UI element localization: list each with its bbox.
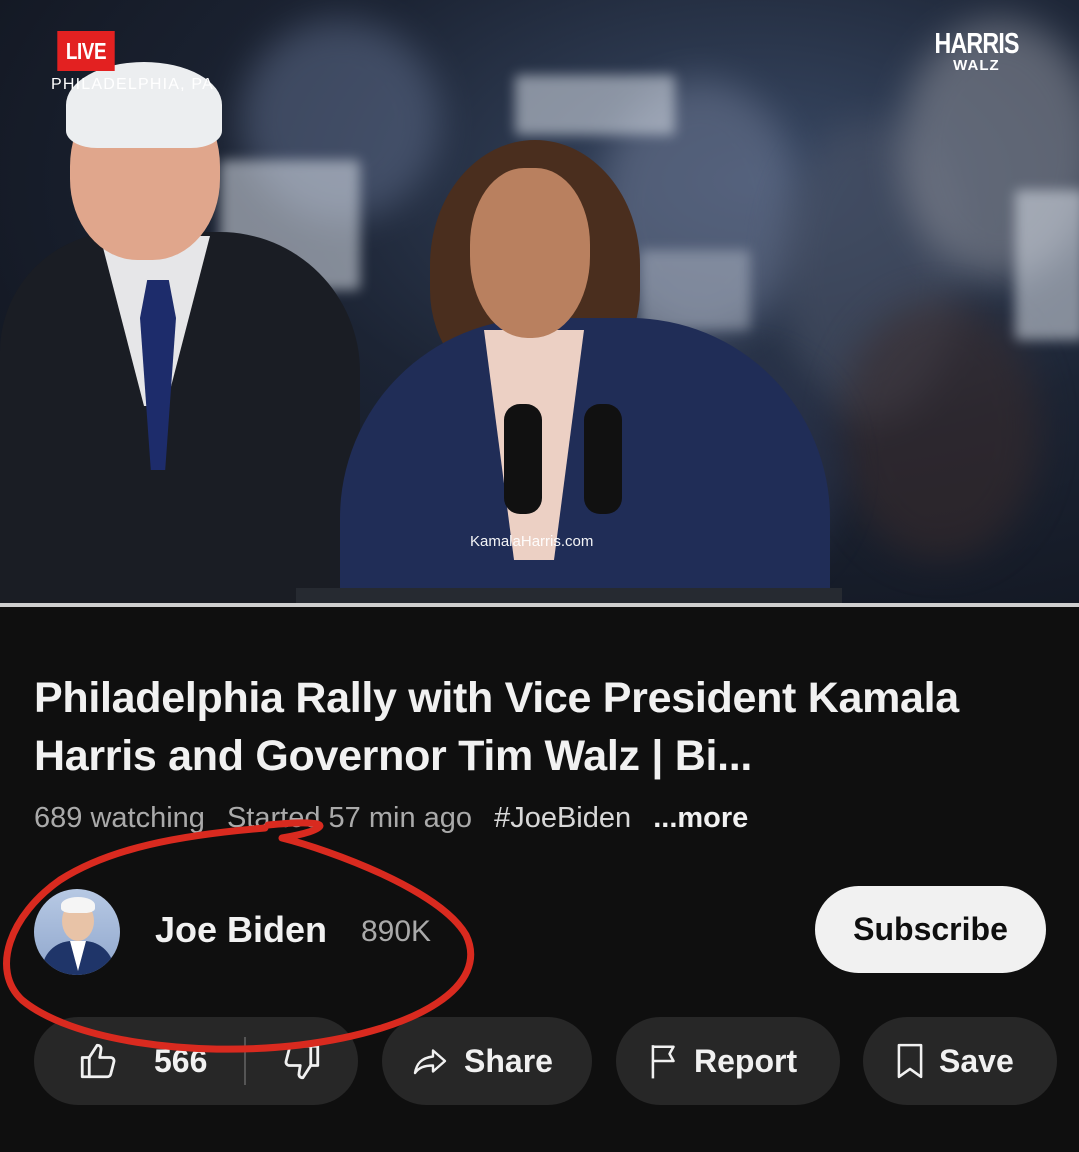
- live-location: PHILADELPHIA, PA: [51, 76, 214, 93]
- save-button[interactable]: Save: [863, 1017, 1057, 1105]
- avatar[interactable]: [34, 889, 120, 975]
- like-button[interactable]: 566: [34, 1017, 207, 1105]
- microphone: [504, 404, 542, 514]
- crowd-sign: [640, 250, 750, 330]
- like-dislike-group: 566: [34, 1017, 358, 1105]
- person-left-hair: [66, 62, 222, 148]
- report-button[interactable]: Report: [616, 1017, 840, 1105]
- like-divider: [244, 1037, 246, 1085]
- microphone: [584, 404, 622, 514]
- video-title[interactable]: Philadelphia Rally with Vice President K…: [34, 669, 1054, 785]
- thumbs-up-icon: [76, 1040, 120, 1082]
- subscribe-button[interactable]: Subscribe: [815, 886, 1046, 973]
- crowd-background: [840, 300, 1040, 560]
- brand-logo: HARRIS WALZ: [924, 28, 1029, 74]
- crowd-sign: [515, 75, 675, 135]
- watching-count: 689 watching: [34, 802, 205, 834]
- avatar-hair: [61, 897, 95, 913]
- video-meta[interactable]: 689 watching Started 57 min ago #JoeBide…: [34, 802, 762, 835]
- started-time: Started 57 min ago: [226, 802, 473, 834]
- channel-name[interactable]: Joe Biden: [155, 909, 327, 951]
- video-watermark: KamalaHarris.com: [470, 533, 594, 550]
- like-count: 566: [154, 1042, 208, 1079]
- podium: [296, 588, 842, 604]
- thumbs-down-icon: [280, 1041, 324, 1083]
- video-info-panel: Philadelphia Rally with Vice President K…: [0, 607, 1079, 1152]
- live-badge: LIVE: [57, 31, 115, 71]
- video-player[interactable]: LIVE PHILADELPHIA, PA HARRIS WALZ Kamala…: [0, 0, 1079, 604]
- more-link[interactable]: ...more: [653, 802, 748, 834]
- hashtag-link[interactable]: #JoeBiden: [494, 802, 631, 834]
- share-arrow-icon: [410, 1043, 450, 1079]
- speaker-face: [470, 168, 590, 338]
- bookmark-icon: [895, 1042, 925, 1080]
- dislike-button[interactable]: [280, 1041, 324, 1083]
- share-button[interactable]: Share: [382, 1017, 592, 1105]
- crowd-sign: [1015, 190, 1079, 340]
- save-label: Save: [939, 1042, 1014, 1079]
- subscriber-count: 890K: [361, 915, 432, 948]
- action-bar: 566 Share Report Save: [34, 1017, 1064, 1105]
- channel-row: Joe Biden 890K Subscribe: [34, 886, 1046, 975]
- flag-icon: [648, 1042, 680, 1080]
- brand-logo-top: HARRIS: [934, 28, 1019, 60]
- report-label: Report: [694, 1042, 798, 1079]
- share-label: Share: [464, 1042, 553, 1079]
